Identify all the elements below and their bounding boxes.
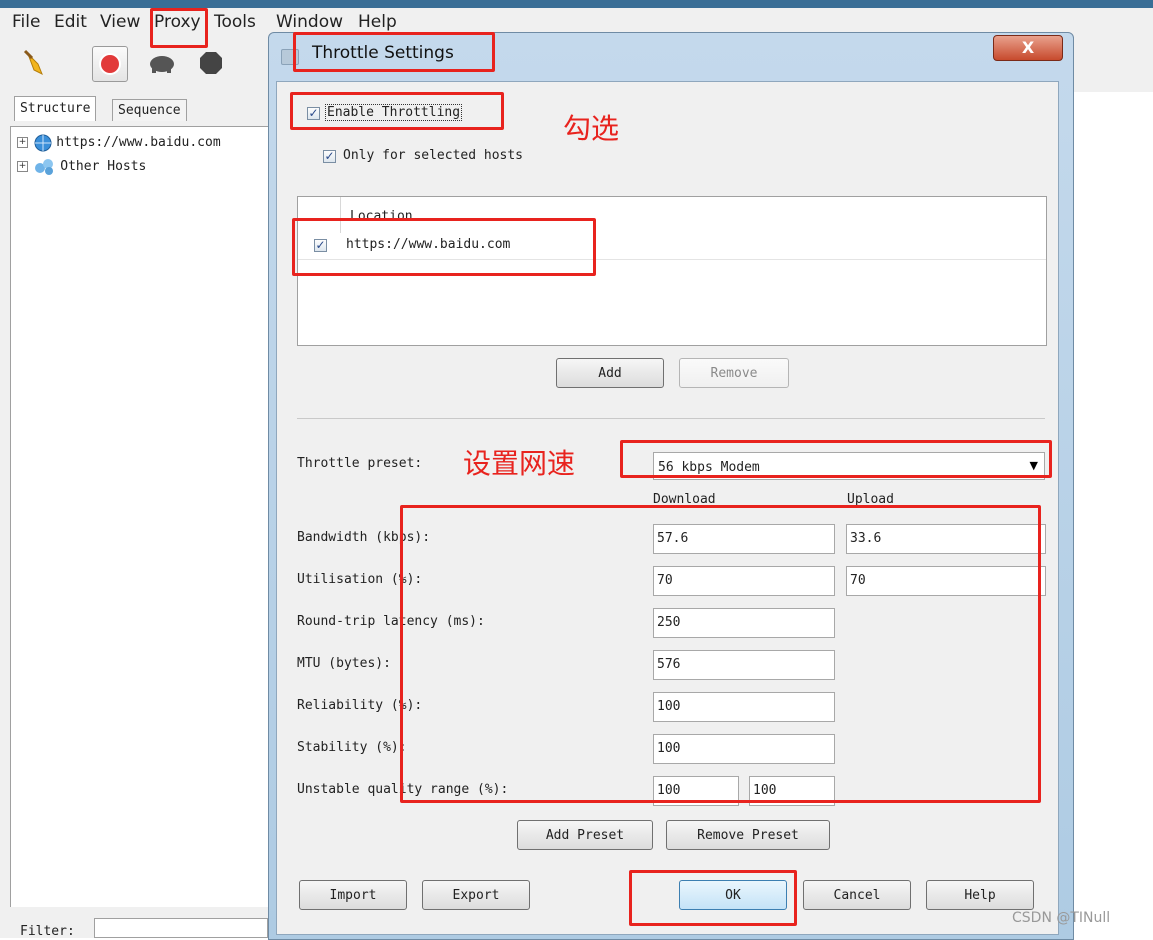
close-button[interactable]: X xyxy=(993,35,1063,61)
export-button[interactable]: Export xyxy=(422,880,530,910)
toolbar xyxy=(0,36,268,93)
throttle-settings-dialog: Throttle Settings X ✓ Enable Throttling … xyxy=(268,32,1074,940)
tab-sequence[interactable]: Sequence xyxy=(112,99,187,121)
add-preset-button[interactable]: Add Preset xyxy=(517,820,653,850)
turtle-icon[interactable] xyxy=(146,50,178,76)
annotation-check-note: 勾选 xyxy=(563,112,620,145)
menu-tools[interactable]: Tools xyxy=(214,12,256,32)
menu-view[interactable]: View xyxy=(100,12,140,32)
annotation-box-enable-throttling xyxy=(290,92,504,130)
only-selected-hosts-checkbox[interactable]: ✓ xyxy=(323,150,336,163)
globe-icon xyxy=(34,134,52,151)
mtu-label: MTU (bytes): xyxy=(297,656,391,671)
filter-label: Filter: xyxy=(20,924,75,939)
stability-label: Stability (%): xyxy=(297,740,407,755)
menu-window[interactable]: Window xyxy=(276,12,343,32)
main-content-area xyxy=(1072,92,1153,938)
filter-input[interactable] xyxy=(94,918,268,938)
hosts-icon xyxy=(35,158,54,175)
cancel-button[interactable]: Cancel xyxy=(803,880,911,910)
structure-tree: + https://www.baidu.com + Other Hosts xyxy=(10,126,269,907)
record-button[interactable] xyxy=(92,46,128,82)
tab-structure[interactable]: Structure xyxy=(14,96,97,121)
expand-icon[interactable]: + xyxy=(17,161,28,172)
stop-icon[interactable] xyxy=(198,50,224,76)
watermark: CSDN @TINull xyxy=(1012,910,1111,926)
annotation-box-host-row xyxy=(292,218,596,276)
menu-help[interactable]: Help xyxy=(358,12,397,32)
record-icon xyxy=(99,53,121,75)
close-icon: X xyxy=(1021,38,1035,57)
remove-preset-button[interactable]: Remove Preset xyxy=(666,820,830,850)
broom-icon[interactable] xyxy=(22,48,52,78)
annotation-speed-note: 设置网速 xyxy=(463,447,576,480)
help-button[interactable]: Help xyxy=(926,880,1034,910)
divider xyxy=(297,418,1045,419)
add-host-button[interactable]: Add xyxy=(556,358,664,388)
annotation-box-fields xyxy=(400,505,1041,803)
remove-host-button[interactable]: Remove xyxy=(679,358,789,388)
annotation-box-ok xyxy=(629,870,797,926)
toolbar-right-area xyxy=(1072,36,1153,92)
tree-item-other-hosts[interactable]: + Other Hosts xyxy=(17,157,146,177)
throttle-preset-label: Throttle preset: xyxy=(297,456,423,471)
window-title-strip xyxy=(0,0,1153,8)
annotation-box-proxy-menu xyxy=(150,8,208,48)
annotation-box-preset xyxy=(620,440,1052,478)
expand-icon[interactable]: + xyxy=(17,137,28,148)
only-selected-hosts-label[interactable]: Only for selected hosts xyxy=(343,148,523,163)
tree-item-baidu[interactable]: + https://www.baidu.com xyxy=(17,133,221,153)
menu-edit[interactable]: Edit xyxy=(54,12,87,32)
import-button[interactable]: Import xyxy=(299,880,407,910)
annotation-box-dialog-title xyxy=(293,32,495,72)
menu-file[interactable]: File xyxy=(12,12,40,32)
